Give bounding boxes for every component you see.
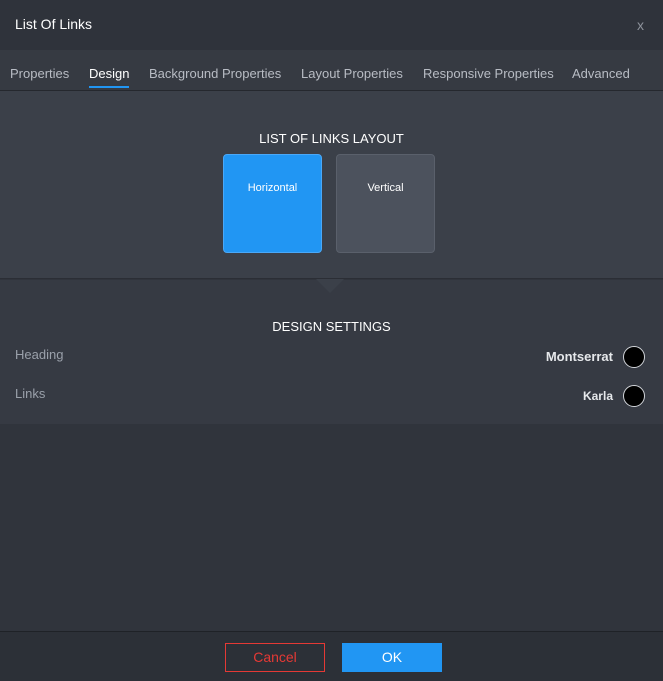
close-icon[interactable]: x xyxy=(637,17,644,33)
tab-properties[interactable]: Properties xyxy=(10,66,69,86)
heading-font-selector[interactable]: Montserrat xyxy=(546,349,613,364)
layout-heading: LIST OF LINKS LAYOUT xyxy=(259,131,404,146)
design-heading: DESIGN SETTINGS xyxy=(272,319,391,334)
layout-option-label: Vertical xyxy=(367,182,404,194)
layout-section: LIST OF LINKS LAYOUT Horizontal Vertical xyxy=(0,91,663,279)
cancel-button[interactable]: Cancel xyxy=(225,643,325,672)
ok-button[interactable]: OK xyxy=(342,643,442,672)
design-section: DESIGN SETTINGS Heading Montserrat Links… xyxy=(0,280,663,424)
links-font-selector[interactable]: Karla xyxy=(583,389,613,403)
tab-design[interactable]: Design xyxy=(89,66,130,88)
dialog-footer: Cancel OK xyxy=(0,631,663,681)
tab-layout-properties[interactable]: Layout Properties xyxy=(301,66,403,86)
dialog: List Of Links x Properties Design Backgr… xyxy=(0,0,663,681)
tab-responsive-properties[interactable]: Responsive Properties xyxy=(423,66,554,86)
title-bar: List Of Links x xyxy=(0,0,663,50)
heading-color-swatch[interactable] xyxy=(623,346,645,368)
links-row-label: Links xyxy=(15,386,46,401)
dialog-title: List Of Links xyxy=(15,16,93,32)
tab-bar: Properties Design Background Properties … xyxy=(0,50,663,91)
links-color-swatch[interactable] xyxy=(623,385,645,407)
selection-pointer xyxy=(316,279,344,293)
heading-row-label: Heading xyxy=(15,347,64,362)
tab-background-properties[interactable]: Background Properties xyxy=(149,66,281,86)
layout-option-vertical[interactable]: Vertical xyxy=(336,154,435,253)
tab-advanced[interactable]: Advanced xyxy=(572,66,630,86)
layout-option-horizontal[interactable]: Horizontal xyxy=(223,154,322,253)
layout-option-label: Horizontal xyxy=(247,182,298,194)
